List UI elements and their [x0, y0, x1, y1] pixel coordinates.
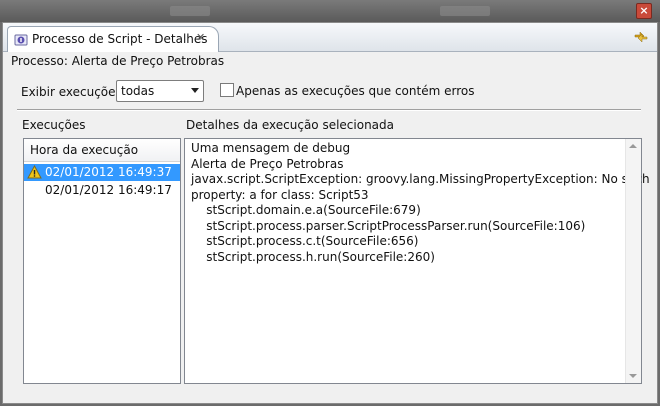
background-ghost-2	[440, 6, 490, 16]
tab-close-icon[interactable]: ✕	[196, 31, 205, 44]
show-executions-select[interactable]: todas	[116, 80, 204, 102]
warning-icon	[27, 165, 42, 179]
scroll-up-icon[interactable]	[629, 144, 637, 148]
column-header-execution-time[interactable]: Hora da execução	[24, 139, 180, 162]
errors-only-label[interactable]: Apenas as execuções que contém erros	[236, 84, 474, 98]
errors-only-checkbox[interactable]	[220, 83, 234, 97]
background-close-icon[interactable]: ×	[636, 3, 652, 19]
tab-script-details[interactable]: Processo de Script - Detalhes ✕	[7, 26, 219, 52]
row-time: 02/01/2012 16:49:37	[45, 165, 172, 179]
tab-title: Processo de Script - Detalhes	[32, 32, 208, 46]
executions-table: Hora da execução 02/01/2012 16:49:37 02/…	[23, 138, 181, 384]
executions-section-label: Execuções	[22, 118, 86, 132]
scroll-down-icon[interactable]	[629, 374, 637, 378]
details-scrollbar[interactable]	[625, 139, 641, 383]
details-text-area[interactable]: Uma mensagem de debug Alerta de Preço Pe…	[184, 138, 650, 384]
tab-bar: Processo de Script - Detalhes ✕	[3, 23, 657, 52]
chevron-down-icon	[191, 88, 199, 93]
background-ghost-1	[170, 6, 210, 16]
sync-icon[interactable]	[633, 30, 649, 44]
divider	[17, 109, 641, 111]
show-executions-value: todas	[121, 84, 155, 98]
show-executions-label: Exibir execuções:	[21, 85, 126, 99]
table-row[interactable]: 02/01/2012 16:49:37	[24, 164, 180, 181]
process-label: Processo: Alerta de Preço Petrobras	[11, 54, 225, 68]
script-details-window: Processo de Script - Detalhes ✕ Processo…	[2, 22, 658, 404]
row-time: 02/01/2012 16:49:17	[45, 183, 172, 197]
table-row[interactable]: 02/01/2012 16:49:17	[24, 182, 180, 199]
details-section-label: Detalhes da execução selecionada	[186, 118, 395, 132]
details-text: Uma mensagem de debug Alerta de Preço Pe…	[191, 141, 650, 264]
column-header-label: Hora da execução	[30, 143, 139, 157]
script-icon	[14, 34, 28, 46]
background-window-strip: ×	[0, 0, 660, 22]
